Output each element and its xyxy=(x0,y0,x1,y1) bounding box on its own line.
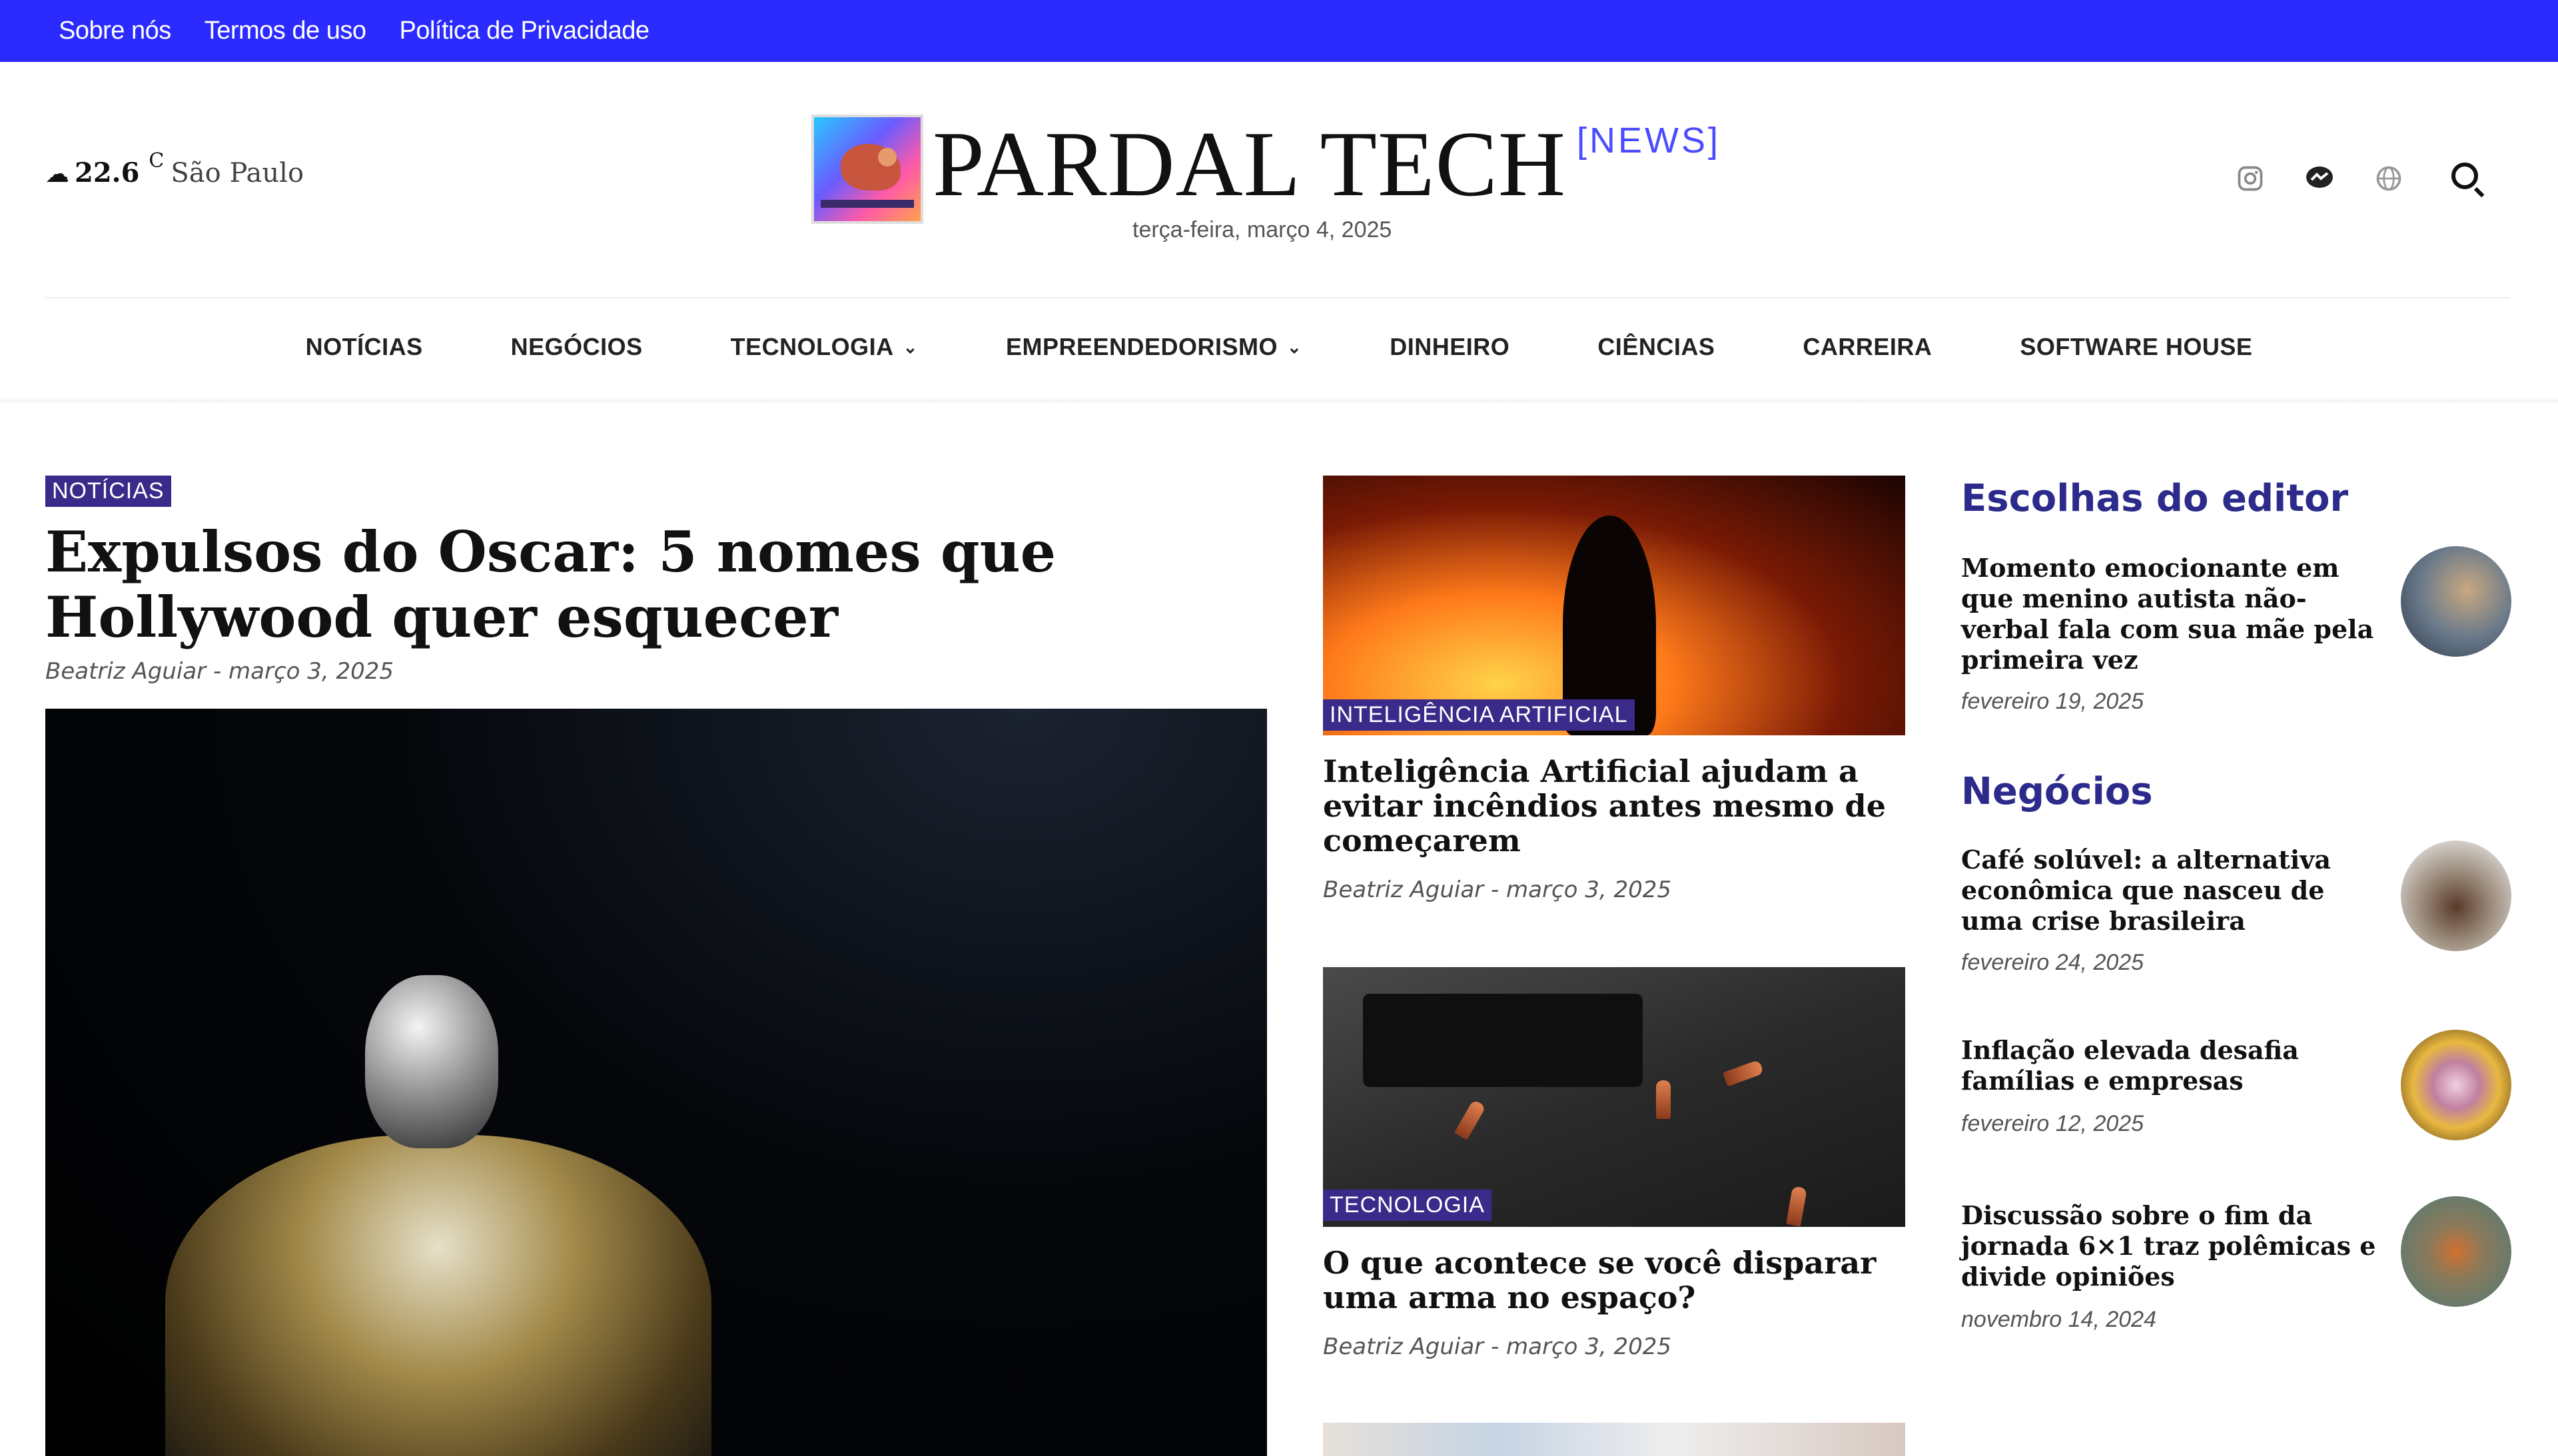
sidebar-item-date: fevereiro 24, 2025 xyxy=(1961,950,2144,975)
nav-label: NOTÍCIAS xyxy=(305,333,423,360)
main-article-title[interactable]: Expulsos do Oscar: 5 nomes que Hollywood… xyxy=(45,520,1278,650)
nav-negocios[interactable]: NEGÓCIOS xyxy=(511,333,643,361)
bird-logo-icon xyxy=(811,115,923,224)
card-image-fire[interactable] xyxy=(1323,476,1905,735)
top-bar: Sobre nós Termos de uso Política de Priv… xyxy=(0,0,2558,62)
nav-software-house[interactable]: SOFTWARE HOUSE xyxy=(2020,333,2252,361)
weather-widget: ☁ 22.6 C São Paulo xyxy=(45,149,304,188)
chevron-down-icon: ⌄ xyxy=(1287,336,1302,357)
section-title-business: Negócios xyxy=(1961,770,2153,813)
nav-carreira[interactable]: CARREIRA xyxy=(1803,333,1932,361)
weather-unit: C xyxy=(149,149,165,173)
link-termos-de-uso[interactable]: Termos de uso xyxy=(205,17,366,45)
nav-label: CIÊNCIAS xyxy=(1597,333,1715,360)
card-title[interactable]: O que acontece se você disparar uma arma… xyxy=(1323,1246,1905,1315)
main-article-meta: Beatriz Aguiar - março 3, 2025 xyxy=(45,658,394,685)
nav-noticias[interactable]: NOTÍCIAS xyxy=(306,333,423,361)
sidebar-item-date: fevereiro 12, 2025 xyxy=(1961,1111,2144,1136)
nav-tecnologia[interactable]: TECNOLOGIA ⌄ xyxy=(731,333,918,361)
weather-temp: 22.6 xyxy=(75,157,140,188)
sidebar-item-title[interactable]: Inflação elevada desafia famílias e empr… xyxy=(1961,1035,2387,1096)
nav-label: SOFTWARE HOUSE xyxy=(2020,333,2253,360)
header-divider xyxy=(45,297,2510,298)
chevron-down-icon: ⌄ xyxy=(903,336,918,357)
avatar[interactable] xyxy=(2401,1030,2511,1140)
brand-name: PARDAL TECH xyxy=(933,113,1567,216)
nav-label: TECNOLOGIA xyxy=(730,333,894,360)
nav-label: CARREIRA xyxy=(1803,333,1932,360)
card-meta: Beatriz Aguiar - março 3, 2025 xyxy=(1323,1333,1672,1360)
card-meta: Beatriz Aguiar - março 3, 2025 xyxy=(1323,877,1672,903)
nav-label: DINHEIRO xyxy=(1390,333,1510,360)
link-sobre-nos[interactable]: Sobre nós xyxy=(59,17,171,45)
instagram-icon[interactable] xyxy=(2236,164,2265,193)
search-icon[interactable] xyxy=(2451,163,2487,198)
nav-dinheiro[interactable]: DINHEIRO xyxy=(1390,333,1509,361)
nav-empreendedorismo[interactable]: EMPREENDEDORISMO ⌄ xyxy=(1006,333,1302,361)
globe-icon[interactable] xyxy=(2374,164,2403,193)
nav-shadow xyxy=(0,400,2558,404)
link-politica-privacidade[interactable]: Política de Privacidade xyxy=(399,17,649,45)
brand-tag: [NEWS] xyxy=(1577,121,1721,161)
main-article-image[interactable] xyxy=(45,709,1267,1456)
nav-label: EMPREENDEDORISMO xyxy=(1005,333,1278,360)
weather-city: São Paulo xyxy=(171,158,304,188)
cloud-icon: ☁ xyxy=(45,161,69,188)
nav-label: NEGÓCIOS xyxy=(510,333,643,360)
sidebar-item-title[interactable]: Discussão sobre o fim da jornada 6×1 tra… xyxy=(1961,1200,2387,1292)
avatar[interactable] xyxy=(2401,546,2511,657)
sidebar-item-title[interactable]: Café solúvel: a alternativa econômica qu… xyxy=(1961,845,2387,936)
avatar[interactable] xyxy=(2401,1196,2511,1307)
sidebar-item-date: novembro 14, 2024 xyxy=(1961,1307,2156,1332)
messenger-icon[interactable] xyxy=(2304,164,2336,193)
main-category-badge[interactable]: NOTÍCIAS xyxy=(45,476,171,507)
card-category-badge[interactable]: INTELIGÊNCIA ARTIFICIAL xyxy=(1323,699,1635,731)
main-nav: NOTÍCIAS NEGÓCIOS TECNOLOGIA ⌄ EMPREENDED… xyxy=(0,333,2558,361)
sidebar-item-date: fevereiro 19, 2025 xyxy=(1961,689,2144,714)
card-category-badge[interactable]: TECNOLOGIA xyxy=(1323,1190,1492,1221)
header-date: terça-feira, março 4, 2025 xyxy=(1132,217,1392,242)
card-image-gun[interactable] xyxy=(1323,967,1905,1227)
nav-ciencias[interactable]: CIÊNCIAS xyxy=(1597,333,1715,361)
site-logo[interactable]: PARDAL TECH [NEWS] xyxy=(811,115,1721,224)
card-image-partial[interactable] xyxy=(1323,1423,1905,1456)
avatar[interactable] xyxy=(2401,841,2511,951)
card-title[interactable]: Inteligência Artificial ajudam a evitar … xyxy=(1323,754,1905,858)
sidebar-item-title[interactable]: Momento emocionante em que menino autist… xyxy=(1961,553,2387,675)
section-title-editor: Escolhas do editor xyxy=(1961,477,2349,520)
